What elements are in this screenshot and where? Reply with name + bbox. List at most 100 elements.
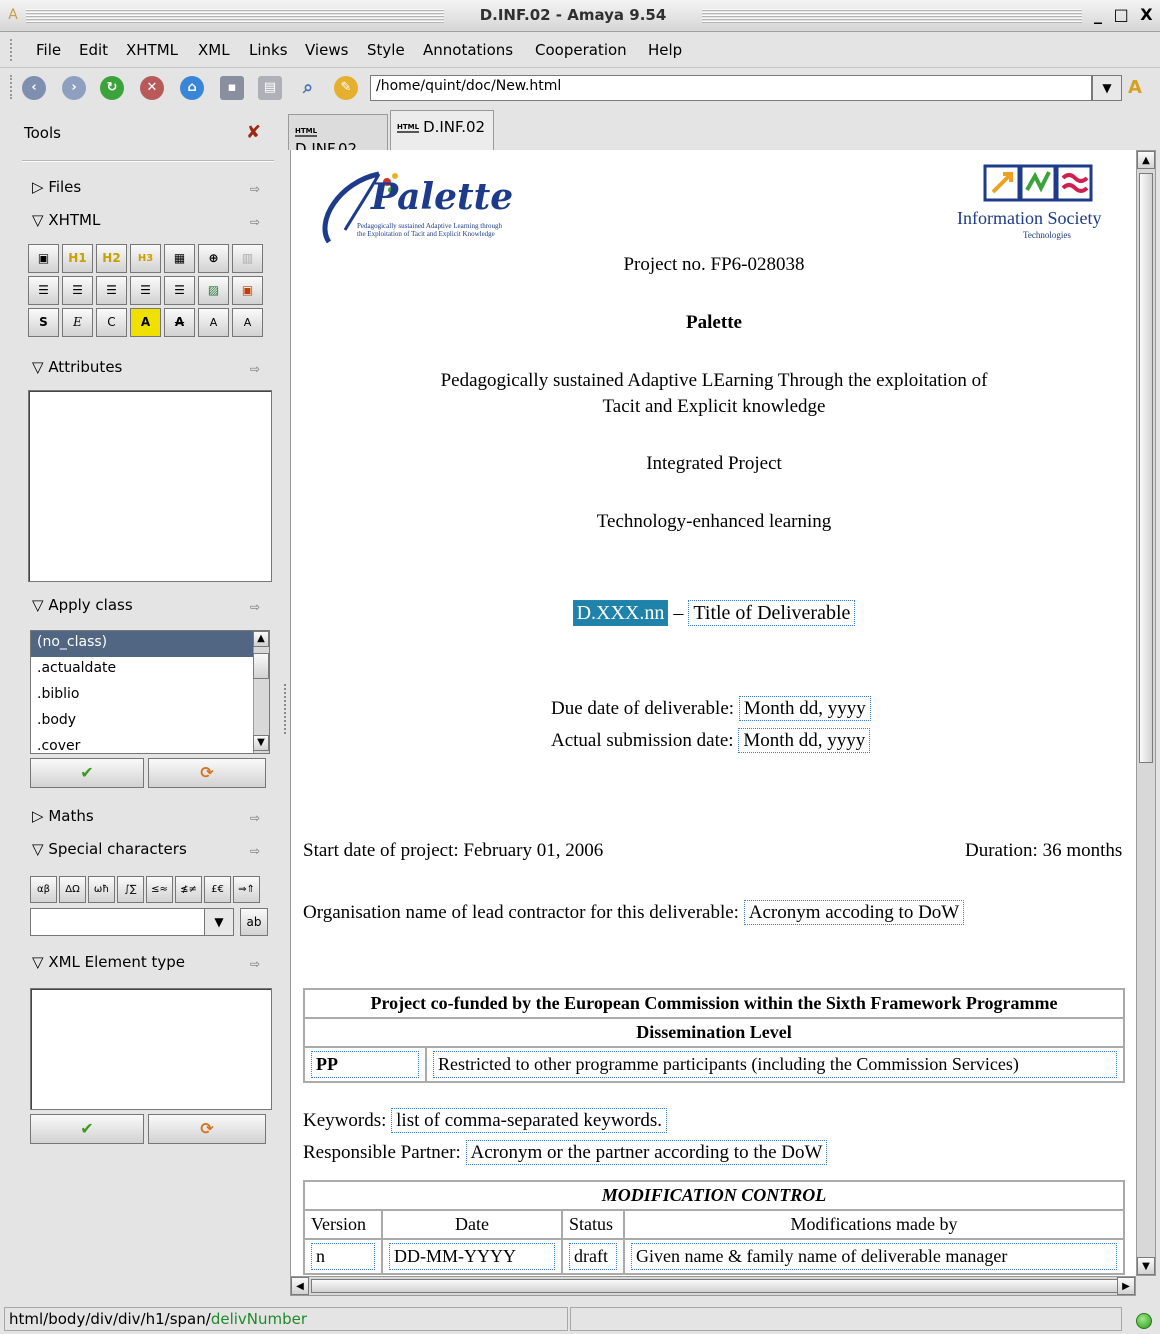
xhtml-btn[interactable]: ▣ (28, 244, 59, 273)
xml-type-confirm-button[interactable]: ✔ (30, 1114, 144, 1144)
table-button[interactable]: ▦ (164, 244, 195, 273)
status-value[interactable]: draft (569, 1243, 617, 1270)
strikethrough-button[interactable]: A (164, 308, 195, 337)
horizontal-scroll-thumb[interactable] (311, 1279, 1121, 1293)
class-list-scrollbar[interactable]: ▲ ▼ (253, 631, 269, 753)
section-xhtml[interactable]: ▽ XHTML (32, 211, 100, 229)
object-button[interactable]: ▥ (232, 244, 263, 273)
emphasis-button[interactable]: E (62, 308, 93, 337)
pin-icon[interactable]: ⇨ (250, 362, 260, 376)
keywords-value[interactable]: list of comma-separated keywords. (391, 1108, 668, 1133)
class-item[interactable]: .actualdate (31, 657, 269, 683)
scroll-down-icon[interactable]: ▼ (1137, 1257, 1155, 1275)
deliverable-title[interactable]: Title of Deliverable (688, 600, 856, 626)
scroll-up-icon[interactable]: ▲ (1137, 151, 1155, 169)
url-dropdown-button[interactable]: ▼ (1092, 75, 1122, 101)
negated-relations-button[interactable]: ≰≠ (175, 876, 202, 903)
list-def-button[interactable]: ☰ (96, 276, 127, 305)
stop-icon[interactable]: ✕ (140, 76, 164, 100)
actual-date-value[interactable]: Month dd, yyyy (738, 728, 871, 753)
dissemination-code[interactable]: PP (311, 1051, 419, 1078)
responsible-partner-value[interactable]: Acronym or the partner according to the … (465, 1140, 828, 1165)
class-item[interactable]: .cover (31, 735, 269, 753)
h2-button[interactable]: H2 (96, 244, 127, 273)
list-desc-button[interactable]: ☰ (164, 276, 195, 305)
apply-class-confirm-button[interactable]: ✔ (30, 758, 144, 788)
insert-char-button[interactable]: ab (240, 908, 268, 936)
class-item[interactable]: (no_class) (31, 631, 269, 657)
panel-splitter[interactable] (284, 684, 288, 734)
modifications-value[interactable]: Given name & family name of deliverable … (631, 1243, 1117, 1270)
menubar-handle[interactable] (10, 39, 16, 61)
style-icon[interactable]: ✎ (334, 76, 358, 100)
subscript-button[interactable]: A (232, 308, 263, 337)
date-value[interactable]: DD-MM-YYYY (389, 1243, 555, 1270)
menu-file[interactable]: File (36, 41, 61, 59)
menu-xml[interactable]: XML (198, 41, 230, 59)
deliverable-number[interactable]: D.XXX.nn (572, 600, 669, 626)
menu-help[interactable]: Help (648, 41, 682, 59)
document-vertical-scrollbar[interactable]: ▲ ▼ (1136, 150, 1156, 1276)
element-path[interactable]: html/body/div/div/h1/span/delivNumber (4, 1307, 568, 1331)
link-image-button[interactable]: ▣ (232, 276, 263, 305)
back-icon[interactable]: ‹ (22, 76, 46, 100)
class-item[interactable]: .biblio (31, 683, 269, 709)
document-horizontal-scrollbar[interactable]: ◀ ▶ (290, 1276, 1136, 1296)
greek-upper-button[interactable]: ΔΩ (59, 876, 86, 903)
section-xml-element-type[interactable]: ▽ XML Element type (32, 953, 185, 971)
superscript-button[interactable]: A (198, 308, 229, 337)
currency-button[interactable]: £€ (204, 876, 231, 903)
section-special-characters[interactable]: ▽ Special characters (32, 840, 187, 858)
strong-button[interactable]: S (28, 308, 59, 337)
section-attributes[interactable]: ▽ Attributes (32, 358, 122, 376)
save-icon[interactable]: ▪ (220, 76, 244, 100)
dissemination-text[interactable]: Restricted to other programme participan… (433, 1051, 1117, 1078)
reload-icon[interactable]: ↻ (100, 76, 124, 100)
class-item[interactable]: .body (31, 709, 269, 735)
menu-links[interactable]: Links (249, 41, 288, 59)
target-button[interactable]: ⊕ (198, 244, 229, 273)
misc-symbols-button[interactable]: ωħ (88, 876, 115, 903)
lead-contractor-value[interactable]: Acronym accoding to DoW (743, 900, 965, 925)
scroll-down-icon[interactable]: ▼ (253, 735, 269, 751)
section-apply-class[interactable]: ▽ Apply class (32, 596, 133, 614)
class-list[interactable]: (no_class) .actualdate .biblio .body .co… (30, 630, 270, 754)
menu-xhtml[interactable]: XHTML (126, 41, 178, 59)
print-icon[interactable]: ▤ (258, 76, 282, 100)
pin-icon[interactable]: ⇨ (250, 844, 260, 858)
list-number-button[interactable]: ☰ (62, 276, 93, 305)
document-view[interactable]: Palette Pedagogically sustained Adaptive… (290, 150, 1136, 1276)
greek-lower-button[interactable]: αβ (30, 876, 57, 903)
scroll-thumb[interactable] (253, 653, 269, 679)
home-icon[interactable]: ⌂ (180, 76, 204, 100)
amaya-app-icon[interactable]: A (4, 6, 22, 24)
relations-button[interactable]: ≤≈ (146, 876, 173, 903)
scroll-right-icon[interactable]: ▶ (1117, 1277, 1135, 1295)
scroll-left-icon[interactable]: ◀ (291, 1277, 309, 1295)
window-controls[interactable]: _ □ X (1094, 5, 1156, 24)
pin-icon[interactable]: ⇨ (250, 215, 260, 229)
section-files[interactable]: ▷ Files (32, 178, 81, 196)
xml-element-box[interactable] (30, 988, 272, 1110)
special-char-combo[interactable] (30, 908, 218, 936)
scroll-up-icon[interactable]: ▲ (253, 631, 269, 647)
find-icon[interactable]: ⌕ (296, 76, 320, 100)
tab-document-1[interactable]: HTMLD.INF.02 (288, 114, 388, 158)
element-path-leaf[interactable]: delivNumber (211, 1310, 307, 1328)
list-bullet-button[interactable]: ☰ (28, 276, 59, 305)
menu-edit[interactable]: Edit (79, 41, 108, 59)
version-value[interactable]: n (311, 1243, 375, 1270)
pin-icon[interactable]: ⇨ (250, 811, 260, 825)
pin-icon[interactable]: ⇨ (250, 182, 260, 196)
pin-icon[interactable]: ⇨ (250, 957, 260, 971)
arrows-button[interactable]: ⇒⇑ (233, 876, 260, 903)
menu-annotations[interactable]: Annotations (423, 41, 513, 59)
section-maths[interactable]: ▷ Maths (32, 807, 94, 825)
menu-style[interactable]: Style (367, 41, 405, 59)
image-button[interactable]: ▨ (198, 276, 229, 305)
list-term-button[interactable]: ☰ (130, 276, 161, 305)
tab-document-2[interactable]: HTML D.INF.02 (390, 110, 494, 150)
due-date-value[interactable]: Month dd, yyyy (738, 696, 871, 721)
url-input[interactable]: /home/quint/doc/New.html (370, 75, 1092, 101)
h1-button[interactable]: H1 (62, 244, 93, 273)
